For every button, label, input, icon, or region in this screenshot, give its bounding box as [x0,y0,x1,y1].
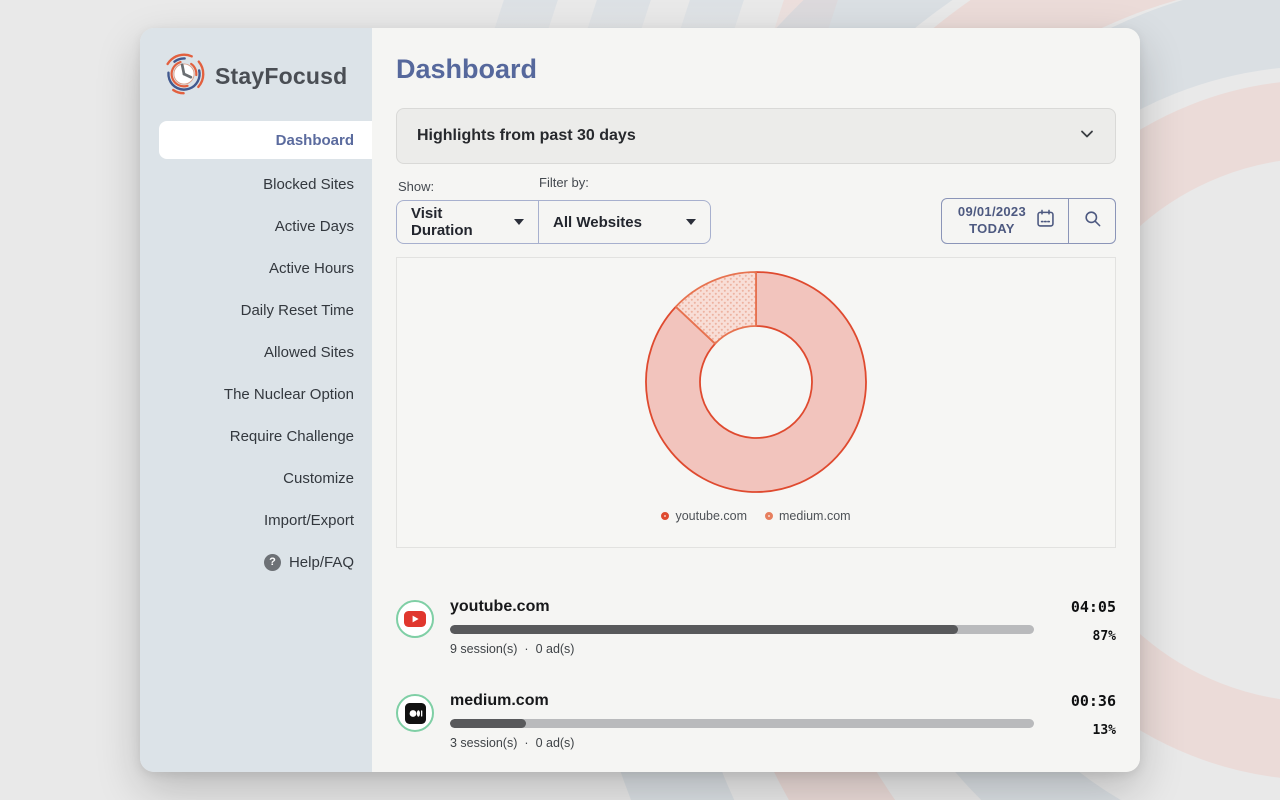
sidebar-item-label: Active Hours [269,260,354,277]
show-dropdown[interactable]: Visit Duration [397,201,538,243]
legend-marker-youtube-icon [661,512,669,520]
show-dropdown-value: Visit Duration [411,205,504,239]
sidebar-nav: Dashboard Blocked Sites Active Days Active … [140,121,372,583]
chevron-down-icon [1079,126,1095,147]
sidebar-item-customize[interactable]: Customize [140,457,372,499]
sidebar-item-allowed-sites[interactable]: Allowed Sites [140,331,372,373]
chart-panel: youtube.com medium.com [396,257,1116,548]
app-window: StayFocusd Dashboard Blocked Sites Active … [140,28,1140,772]
chart-legend: youtube.com medium.com [661,509,850,523]
time-spent: 00:36 [1050,692,1116,710]
dot-separator: · [524,736,528,750]
sidebar-item-label: Allowed Sites [264,344,354,361]
sidebar-item-active-hours[interactable]: Active Hours [140,247,372,289]
sidebar-item-the-nuclear-option[interactable]: The Nuclear Option [140,373,372,415]
site-row-youtube: youtube.com 9 session(s) · 0 ad(s) 04:05… [396,598,1116,656]
highlights-accordion[interactable]: Highlights from past 30 days [396,108,1116,164]
sidebar-item-dashboard[interactable]: Dashboard [159,121,372,159]
date-value: 09/01/2023 [958,204,1026,219]
dot-separator: · [524,642,528,656]
percent-share: 87% [1050,629,1116,644]
sidebar-item-blocked-sites[interactable]: Blocked Sites [140,163,372,205]
sidebar-item-label: Help/FAQ [289,554,354,571]
legend-item-youtube[interactable]: youtube.com [661,509,747,523]
ad-count: 0 ad(s) [536,642,575,656]
sidebar-item-active-days[interactable]: Active Days [140,205,372,247]
sidebar-item-label: Blocked Sites [263,176,354,193]
session-count: 9 session(s) [450,642,517,656]
sidebar-item-label: The Nuclear Option [224,386,354,403]
sidebar: StayFocusd Dashboard Blocked Sites Active … [140,28,372,772]
sidebar-item-daily-reset-time[interactable]: Daily Reset Time [140,289,372,331]
page-title: Dashboard [396,54,1116,85]
medium-icon [396,694,434,732]
usage-progress-bar [450,719,1034,728]
filter-by-dropdown[interactable]: All Websites [538,201,710,243]
filter-by-label: Filter by: [537,175,589,190]
date-subtitle: TODAY [969,221,1015,236]
caret-down-icon [514,219,524,225]
page-background: StayFocusd Dashboard Blocked Sites Active … [0,0,1280,800]
legend-item-medium[interactable]: medium.com [765,509,851,523]
main-content: Dashboard Highlights from past 30 days S… [372,28,1140,772]
search-button[interactable] [1068,199,1115,243]
legend-marker-medium-icon [765,512,773,520]
donut-chart[interactable] [606,262,906,511]
sidebar-item-label: Dashboard [276,132,354,149]
calendar-icon [1035,208,1056,234]
caret-down-icon [686,219,696,225]
time-spent: 04:05 [1050,598,1116,616]
sidebar-item-label: Import/Export [264,512,354,529]
sidebar-item-import-export[interactable]: Import/Export [140,499,372,541]
sidebar-item-label: Active Days [275,218,354,235]
search-icon [1083,209,1102,233]
help-circle-icon: ? [264,554,281,571]
clock-logo-icon [162,52,206,101]
filter-by-dropdown-value: All Websites [553,214,642,231]
session-count: 3 session(s) [450,736,517,750]
usage-progress-bar [450,625,1034,634]
app-title: StayFocusd [215,63,347,90]
sidebar-item-help-faq[interactable]: ? Help/FAQ [140,541,372,583]
youtube-icon [396,600,434,638]
sidebar-item-label: Require Challenge [230,428,354,445]
date-search-group: 09/01/2023 TODAY [941,198,1116,244]
site-name: youtube.com [450,598,1034,616]
site-name: medium.com [450,692,1034,710]
percent-share: 13% [1050,723,1116,738]
sidebar-item-label: Customize [283,470,354,487]
ad-count: 0 ad(s) [536,736,575,750]
sidebar-item-label: Daily Reset Time [241,302,354,319]
highlights-label: Highlights from past 30 days [417,127,636,145]
sidebar-item-require-challenge[interactable]: Require Challenge [140,415,372,457]
app-logo: StayFocusd [140,28,372,111]
date-picker-button[interactable]: 09/01/2023 TODAY [942,199,1068,243]
site-row-medium: medium.com 3 session(s) · 0 ad(s) 00:36 … [396,692,1116,750]
